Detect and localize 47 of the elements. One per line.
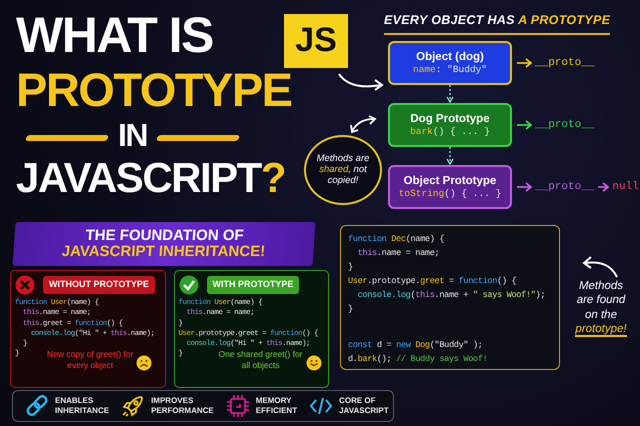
chip-icon [226,394,250,418]
double-arrow-icon [348,114,378,135]
proto-label: __proto__ [535,180,594,194]
feature-label: CORE OF JAVASCRIPT [339,396,389,416]
rocket-icon [121,394,146,418]
box-title: Object Prototype [404,174,496,188]
arrow-icon [516,182,532,192]
null-label: null [612,180,639,194]
code-line: this.name = name; [356,247,440,260]
code-line: function Dec(name) { [348,233,446,246]
check-icon [178,275,198,295]
code-line: User.prototype.greet = function() { [348,275,518,288]
curved-arrow-icon [338,72,384,91]
code-line: console.log(this.name + " says Woof!"); [356,289,546,302]
dashed-arrow-icon [446,146,454,165]
box-title: Dog Prototype [410,112,490,126]
box-member: bark() { ... } [410,126,490,138]
side-note: Methods are found on the prototype! [575,279,627,336]
box-title: Object (dog) [416,50,484,64]
js-logo: JS [284,14,348,68]
feature-label: ENABLES INHERITANCE [55,396,110,416]
code-line: } [348,261,354,274]
code-line: } [348,303,354,316]
subtitle-line: THE FOUNDATION OF [84,228,244,244]
card-note: One shared greet() for all objects [218,349,303,371]
subtitle-line: JAVASCRIPT INHERITANCE! [61,244,266,260]
code-line: const d = new Dog("Buddy" ); [348,339,484,352]
cross-icon [15,275,35,295]
card-title: WITHOUT PROTOTYPE [43,276,155,294]
smiley-face-icon [306,354,322,371]
proto-label: __proto__ [535,118,594,132]
sad-face-icon [136,354,152,371]
diagram-heading: EVERY OBJECT HAS A PROTOTYPE [384,11,610,35]
arrow-icon [516,58,532,68]
dashed-arrow-icon [446,84,454,103]
feature-label: MEMORY EFFICIENT [256,396,298,416]
arrow-icon [597,182,610,192]
box-member: toString() { ... } [398,188,502,200]
code-line: d.bark(); // Buddy says Woof! [348,353,488,366]
card-note: New copy of greet() for every object [47,349,134,371]
callout-note: Methods are shared, not copied! [304,134,382,205]
card-title: WITH PROTOTYPE [206,276,300,294]
feature-label: IMPROVES PERFORMANCE [151,396,214,416]
chain-link-icon [25,394,49,418]
arrow-icon [516,120,532,130]
box-member: name: "Buddy" [412,64,488,76]
proto-label: __proto__ [535,56,594,70]
